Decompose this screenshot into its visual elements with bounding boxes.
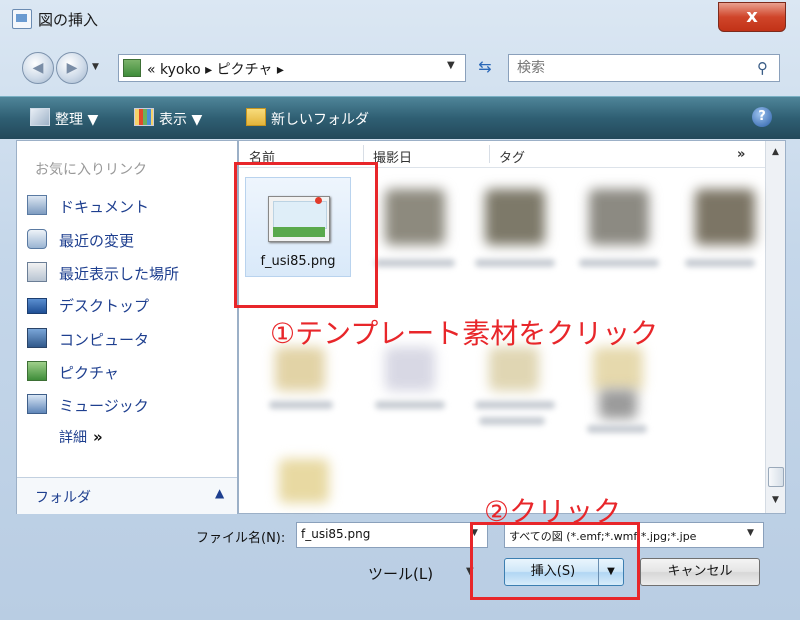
command-toolbar: 整理 ▼ 表示 ▼ 新しいフォルダ ? [0, 96, 800, 139]
history-dropdown-icon[interactable]: ▼ [92, 62, 99, 72]
view-button[interactable]: 表示 ▼ [134, 108, 202, 128]
scroll-up-icon[interactable]: ▲ [766, 143, 785, 161]
blurred-file-label [685, 259, 755, 267]
sidebar-item-recent-changes[interactable]: 最近の変更 [27, 229, 134, 253]
sidebar-item-documents[interactable]: ドキュメント [27, 195, 149, 219]
new-folder-button[interactable]: 新しいフォルダ [246, 108, 369, 128]
filename-value: f_usi85.png [301, 527, 371, 541]
blurred-file-label [587, 425, 647, 433]
blurred-file-thumbnail[interactable] [589, 189, 649, 245]
scroll-thumb[interactable] [768, 467, 784, 487]
help-icon[interactable]: ? [752, 107, 772, 127]
step1-annotation: ①テンプレート素材をクリック [270, 317, 659, 350]
picture-app-icon [12, 9, 32, 29]
insert-picture-dialog: 図の挿入 x ◀ ▶ ▼ « kyoko ▸ ピクチャ ▸ ▼ ⇆ ⚲ 整理 ▼… [0, 0, 800, 620]
tools-menu[interactable]: ツール(L) [368, 563, 433, 584]
address-dropdown-icon[interactable]: ▼ [447, 60, 455, 71]
close-button[interactable]: x [718, 2, 786, 32]
recent-changes-icon [27, 229, 47, 249]
column-divider [489, 145, 490, 163]
selected-file-highlight [234, 162, 378, 308]
file-type-dropdown-icon[interactable]: ▼ [747, 528, 754, 538]
navigation-bar: ◀ ▶ ▼ « kyoko ▸ ピクチャ ▸ ▼ ⇆ ⚲ [0, 44, 800, 90]
recent-places-icon [27, 262, 47, 282]
computer-icon [27, 328, 47, 348]
filename-label: ファイル名(N): [196, 531, 286, 546]
blurred-file-thumbnail[interactable] [599, 389, 637, 419]
new-folder-icon [246, 108, 266, 126]
filename-field[interactable]: f_usi85.png ▼ [296, 522, 488, 548]
more-links-button[interactable]: 詳細» [59, 427, 103, 447]
search-input[interactable] [515, 58, 749, 78]
sidebar-item-computer[interactable]: コンピュータ [27, 328, 149, 352]
blurred-folder-icon[interactable] [385, 347, 435, 391]
folders-label: フォルダ [35, 490, 91, 506]
more-columns-icon[interactable]: » [737, 147, 745, 162]
blurred-file-label [269, 401, 333, 409]
blurred-file-label [475, 401, 555, 409]
column-divider [363, 145, 364, 163]
refresh-icon[interactable]: ⇆ [468, 54, 502, 80]
forward-button[interactable]: ▶ [56, 52, 88, 84]
address-bar[interactable]: « kyoko ▸ ピクチャ ▸ ▼ [118, 54, 466, 82]
vertical-scrollbar[interactable]: ▲ ▼ [765, 141, 785, 513]
blurred-file-label [579, 259, 659, 267]
blurred-file-thumbnail[interactable] [385, 189, 445, 245]
folders-toggle[interactable]: フォルダ ▲ [17, 477, 237, 514]
blurred-folder-icon[interactable] [489, 347, 539, 391]
desktop-icon [27, 298, 47, 314]
navigation-pane: お気に入りリンク ドキュメント 最近の変更 最近表示した場所 デスクトップ コン… [16, 140, 238, 514]
blurred-file-label [479, 417, 545, 425]
blurred-file-label [375, 259, 455, 267]
sidebar-item-recent-places[interactable]: 最近表示した場所 [27, 262, 179, 286]
sidebar-item-desktop[interactable]: デスクトップ [27, 295, 149, 319]
music-icon [27, 394, 47, 414]
blurred-file-label [475, 259, 555, 267]
forward-arrow-icon: ▶ [66, 60, 78, 76]
folder-location-icon [123, 59, 141, 77]
blurred-folder-icon[interactable] [279, 459, 329, 503]
blurred-folder-icon[interactable] [275, 347, 325, 391]
cancel-button[interactable]: キャンセル [640, 558, 760, 586]
insert-button-highlight [470, 522, 640, 600]
sidebar-item-pictures[interactable]: ピクチャ [27, 361, 119, 385]
column-date-taken[interactable]: 撮影日 [373, 147, 412, 166]
blurred-folder-icon[interactable] [593, 347, 643, 391]
column-tags[interactable]: タグ [499, 147, 525, 166]
double-chevron-icon: » [93, 428, 103, 446]
blurred-file-label [375, 401, 445, 409]
address-path: « kyoko ▸ ピクチャ ▸ [147, 62, 284, 78]
pictures-icon [27, 361, 47, 381]
organize-icon [30, 108, 50, 126]
window-title: 図の挿入 [38, 11, 99, 29]
back-arrow-icon: ◀ [32, 60, 44, 76]
back-button[interactable]: ◀ [22, 52, 54, 84]
search-box[interactable]: ⚲ [508, 54, 780, 82]
blurred-file-thumbnail[interactable] [485, 189, 545, 245]
sidebar-item-music[interactable]: ミュージック [27, 394, 149, 418]
search-icon[interactable]: ⚲ [757, 59, 768, 77]
title-bar: 図の挿入 x [0, 0, 800, 40]
organize-button[interactable]: 整理 ▼ [30, 108, 98, 128]
document-icon [27, 195, 47, 215]
favorite-links-title: お気に入りリンク [35, 162, 147, 178]
scroll-down-icon[interactable]: ▼ [766, 491, 785, 509]
blurred-file-thumbnail[interactable] [695, 189, 755, 245]
chevron-up-icon: ▲ [215, 486, 225, 500]
view-icon [134, 108, 154, 126]
